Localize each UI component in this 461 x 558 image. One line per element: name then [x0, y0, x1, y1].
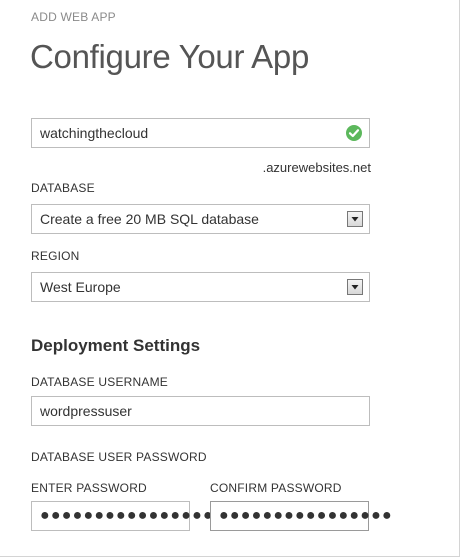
- page-title: Configure Your App: [30, 38, 309, 75]
- enter-password-label: ENTER PASSWORD: [31, 481, 147, 495]
- check-circle-icon: [346, 125, 362, 141]
- db-username-value: wordpressuser: [40, 403, 132, 419]
- database-label: DATABASE: [31, 181, 95, 195]
- database-select-value: Create a free 20 MB SQL database: [40, 211, 259, 227]
- url-input-value: watchingthecloud: [40, 125, 149, 141]
- confirm-password-label: CONFIRM PASSWORD: [210, 481, 342, 495]
- region-select[interactable]: West Europe: [31, 272, 370, 302]
- deployment-settings-heading: Deployment Settings: [31, 336, 201, 355]
- region-select-value: West Europe: [40, 279, 121, 295]
- domain-suffix: .azurewebsites.net: [262, 160, 371, 175]
- url-input[interactable]: watchingthecloud: [31, 118, 370, 148]
- chevron-down-icon[interactable]: [347, 211, 363, 227]
- db-username-input[interactable]: wordpressuser: [31, 396, 370, 426]
- confirm-password-input[interactable]: ●●●●●●●●●●●●●●●●: [210, 501, 392, 531]
- database-select[interactable]: Create a free 20 MB SQL database: [31, 204, 370, 234]
- wizard-step-label: ADD WEB APP: [31, 10, 116, 24]
- chevron-down-icon[interactable]: [347, 279, 363, 295]
- confirm-password-value: ●●●●●●●●●●●●●●●●: [219, 507, 393, 524]
- db-password-section-label: DATABASE USER PASSWORD: [31, 450, 207, 464]
- enter-password-value: ●●●●●●●●●●●●●●●●: [40, 507, 214, 524]
- region-label: REGION: [31, 249, 80, 263]
- enter-password-input[interactable]: ●●●●●●●●●●●●●●●●: [31, 501, 213, 531]
- db-username-label: DATABASE USERNAME: [31, 375, 168, 389]
